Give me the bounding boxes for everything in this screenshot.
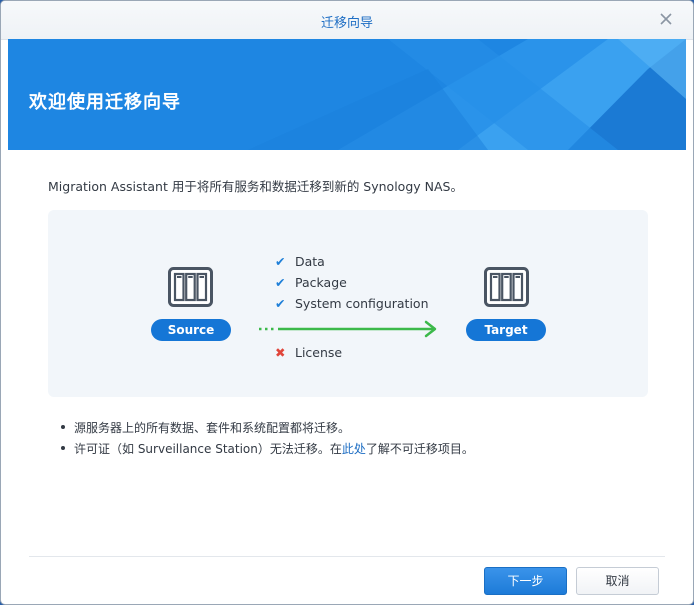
migrated-item-system-configuration: ✔ System configuration <box>275 296 429 311</box>
excluded-item-license: ✖ License <box>275 345 342 360</box>
note-text: 源服务器上的所有数据、套件和系统配置都将迁移。 <box>74 421 351 435</box>
note-item: 源服务器上的所有数据、套件和系统配置都将迁移。 <box>59 419 474 440</box>
migration-arrow <box>259 320 437 338</box>
close-icon[interactable] <box>657 10 675 28</box>
notes-list: 源服务器上的所有数据、套件和系统配置都将迁移。 许可证（如 Surveillan… <box>59 419 474 461</box>
migrated-item-label: System configuration <box>295 296 429 311</box>
x-icon: ✖ <box>275 345 286 360</box>
migrated-item-data: ✔ Data <box>275 254 325 269</box>
target-nas-icon <box>484 267 529 307</box>
source-nas-icon <box>168 267 213 307</box>
title-bar: 迁移向导 <box>1 1 693 40</box>
cancel-button[interactable]: 取消 <box>576 567 659 595</box>
migration-wizard-window: 迁移向导 欢迎使用迁移向导 Migration Assistant 用于将所有服… <box>0 0 694 605</box>
note-item: 许可证（如 Surveillance Station）无法迁移。在此处了解不可迁… <box>59 440 474 461</box>
target-badge: Target <box>466 319 546 341</box>
migrated-item-label: Data <box>295 254 325 269</box>
note-text: 了解不可迁移项目。 <box>365 442 474 456</box>
window-title: 迁移向导 <box>320 16 373 31</box>
check-icon: ✔ <box>275 254 286 269</box>
footer-divider <box>29 556 665 557</box>
learn-more-link[interactable]: 此处 <box>342 442 366 456</box>
excluded-item-label: License <box>295 345 343 360</box>
check-icon: ✔ <box>275 275 286 290</box>
source-badge: Source <box>151 319 231 341</box>
migrated-item-label: Package <box>295 275 347 290</box>
hero-banner: 欢迎使用迁移向导 <box>8 39 686 150</box>
intro-text: Migration Assistant 用于将所有服务和数据迁移到新的 Syno… <box>48 179 463 194</box>
next-button[interactable]: 下一步 <box>484 567 567 595</box>
note-text: 许可证（如 Surveillance Station）无法迁移。在 <box>74 442 342 456</box>
check-icon: ✔ <box>275 296 286 311</box>
hero-heading: 欢迎使用迁移向导 <box>29 92 181 113</box>
migrated-item-package: ✔ Package <box>275 275 347 290</box>
